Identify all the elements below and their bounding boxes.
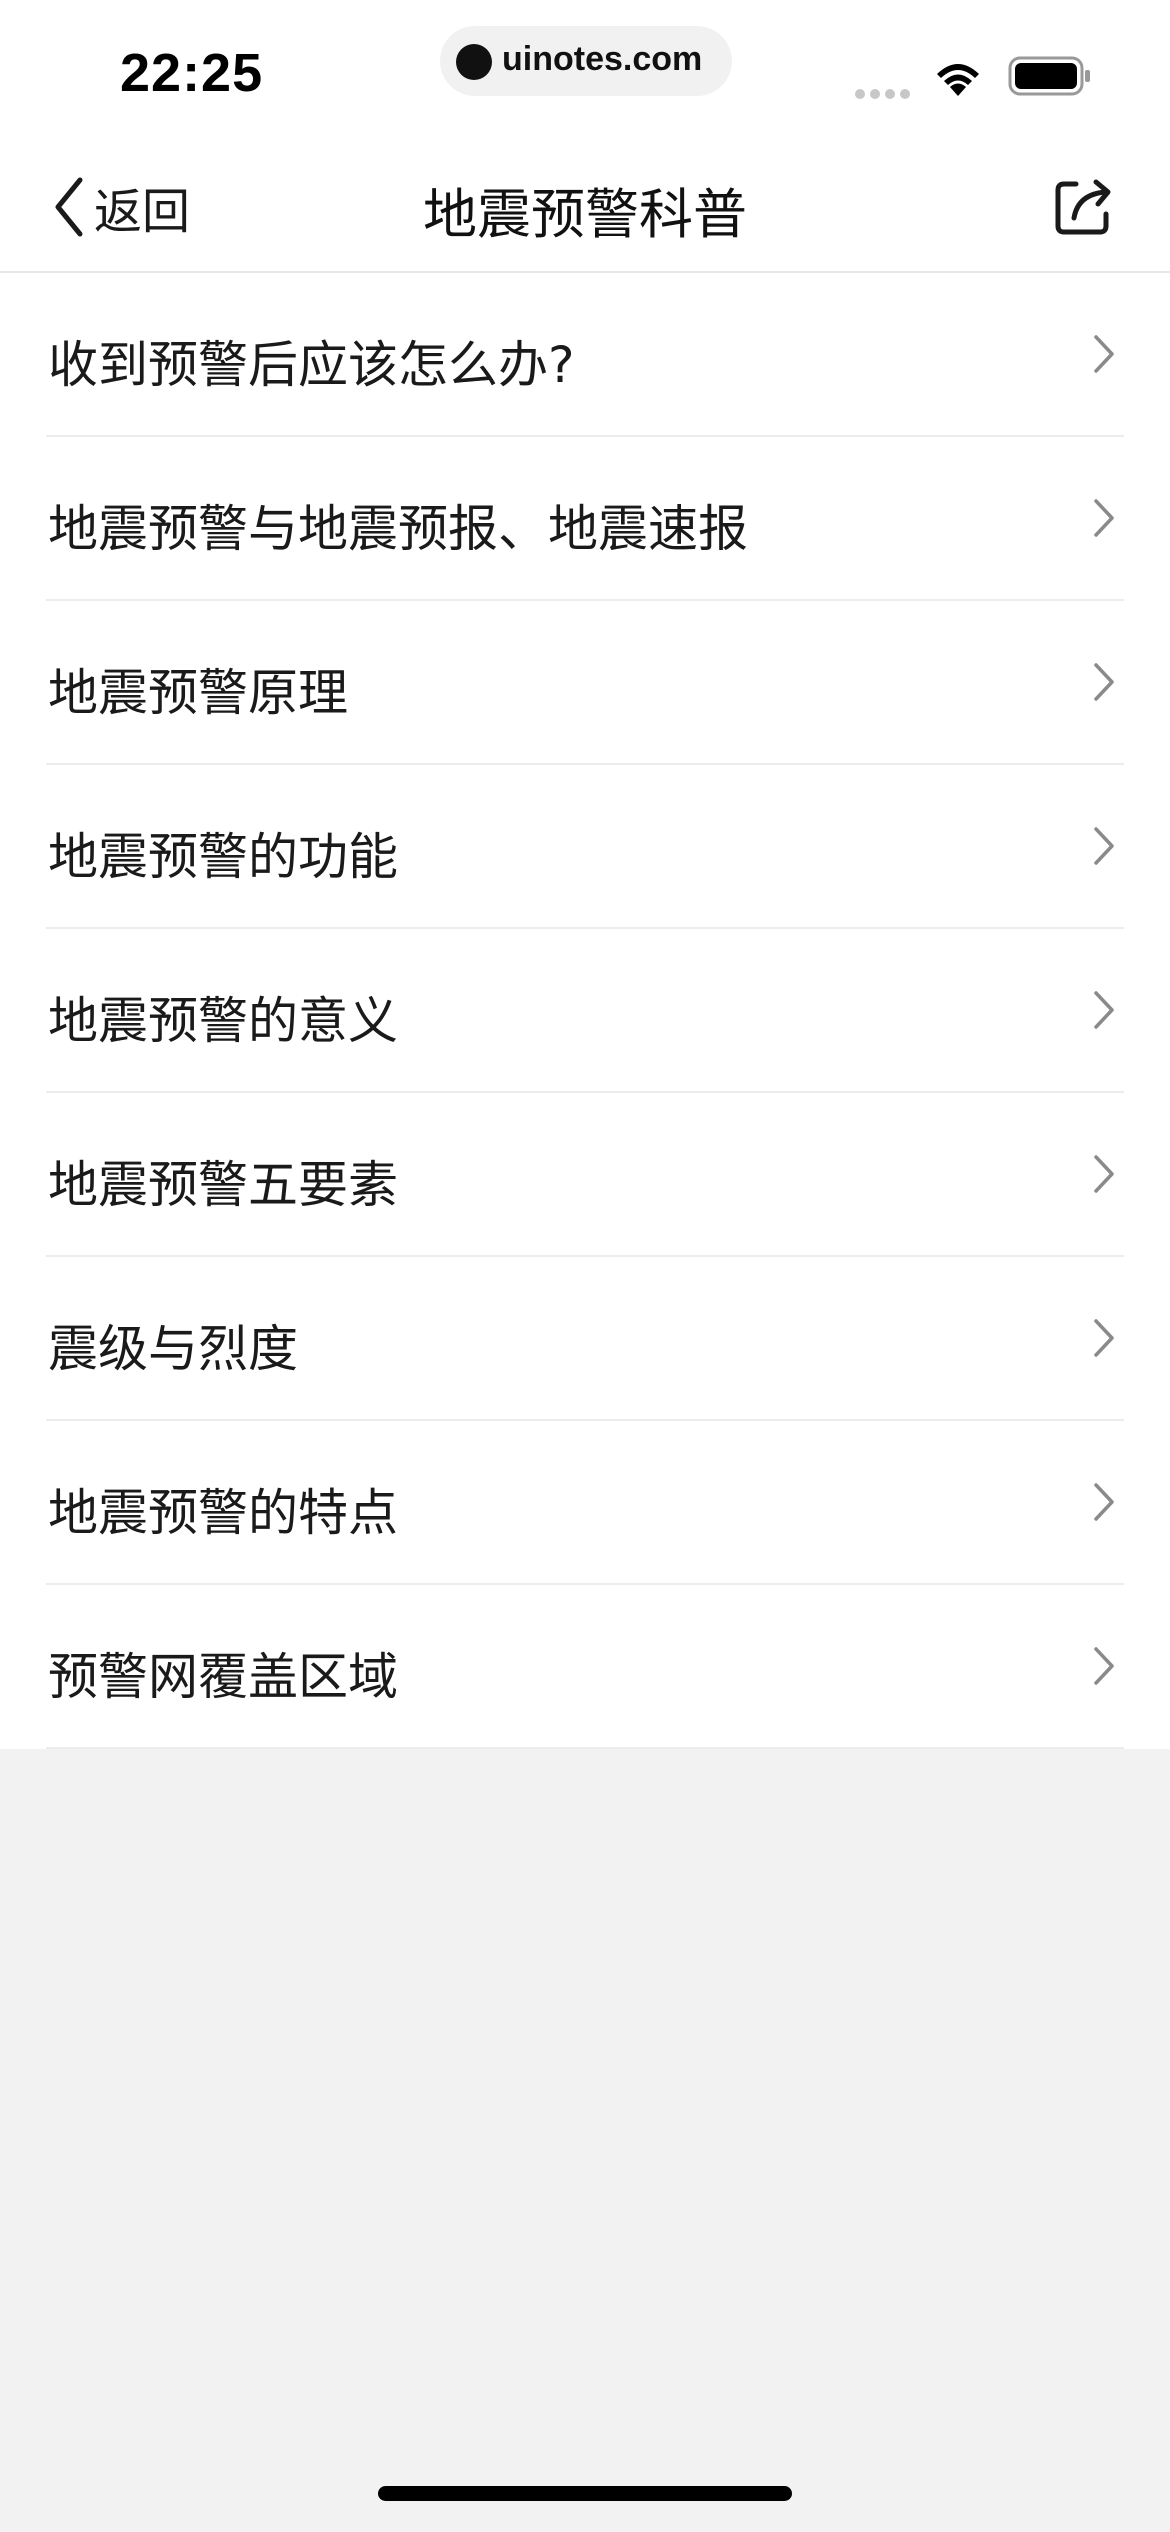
chevron-right-icon xyxy=(1094,499,1114,537)
list-item-label: 震级与烈度 xyxy=(48,1320,298,1378)
share-icon[interactable] xyxy=(1052,176,1114,238)
chevron-right-icon xyxy=(1094,1483,1114,1521)
list-item[interactable]: 震级与烈度 xyxy=(0,1257,1170,1421)
url-pill[interactable]: uinotes.com xyxy=(440,26,732,96)
chevron-right-icon xyxy=(1094,1155,1114,1193)
topic-list: 收到预警后应该怎么办? 地震预警与地震预报、地震速报 地震预警原理 地震预警的功… xyxy=(0,273,1170,1749)
list-item-label: 地震预警五要素 xyxy=(48,1156,398,1214)
signal-dots-icon xyxy=(855,84,915,99)
list-item[interactable]: 地震预警原理 xyxy=(0,601,1170,765)
site-logo-icon xyxy=(456,44,492,80)
chevron-right-icon xyxy=(1094,1319,1114,1357)
list-item-label: 预警网覆盖区域 xyxy=(48,1648,398,1706)
list-item[interactable]: 地震预警的特点 xyxy=(0,1421,1170,1585)
list-item[interactable]: 地震预警的意义 xyxy=(0,929,1170,1093)
list-item[interactable]: 地震预警五要素 xyxy=(0,1093,1170,1257)
battery-icon xyxy=(1008,56,1090,96)
chevron-right-icon xyxy=(1094,335,1114,373)
list-item-label: 地震预警的功能 xyxy=(48,828,398,886)
list-item-label: 地震预警的意义 xyxy=(48,992,398,1050)
list-item-label: 地震预警的特点 xyxy=(48,1484,398,1542)
status-bar: 22:25 uinotes.com xyxy=(0,0,1170,140)
home-indicator[interactable] xyxy=(378,2486,792,2501)
list-item[interactable]: 预警网覆盖区域 xyxy=(0,1585,1170,1749)
page-title: 地震预警科普 xyxy=(423,183,747,246)
wifi-icon xyxy=(937,64,979,96)
status-time: 22:25 xyxy=(120,43,264,103)
list-item-label: 地震预警原理 xyxy=(48,664,348,722)
chevron-right-icon xyxy=(1094,663,1114,701)
url-text: uinotes.com xyxy=(502,40,703,78)
navigation-bar: 返回 地震预警科普 xyxy=(0,140,1170,273)
chevron-right-icon xyxy=(1094,991,1114,1029)
list-item[interactable]: 地震预警的功能 xyxy=(0,765,1170,929)
chevron-right-icon xyxy=(1094,827,1114,865)
list-item[interactable]: 收到预警后应该怎么办? xyxy=(0,273,1170,437)
chevron-right-icon xyxy=(1094,1647,1114,1685)
list-item-label: 收到预警后应该怎么办? xyxy=(48,336,575,394)
list-item-label: 地震预警与地震预报、地震速报 xyxy=(48,500,748,558)
list-item[interactable]: 地震预警与地震预报、地震速报 xyxy=(0,437,1170,601)
